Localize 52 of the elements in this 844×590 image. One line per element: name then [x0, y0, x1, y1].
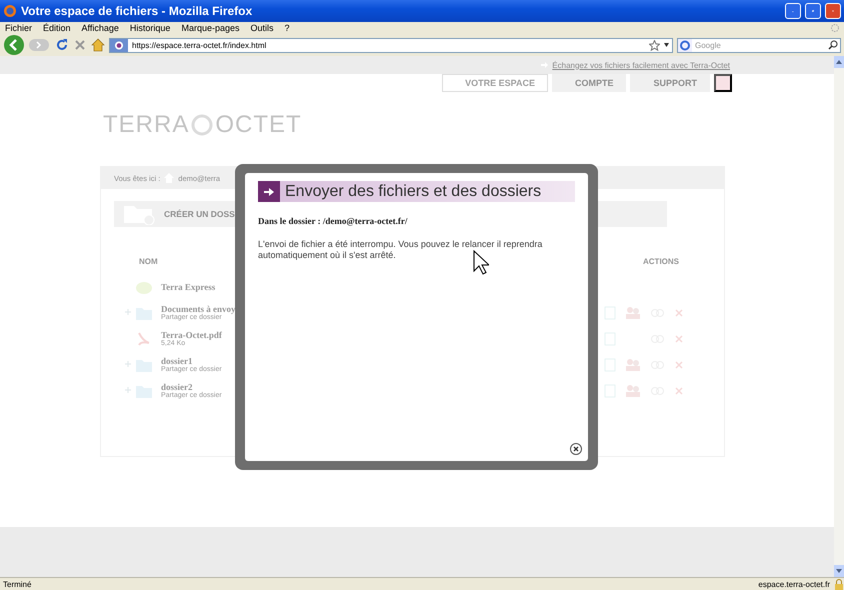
address-field[interactable]: https://espace.terra-octet.fr/index.html — [109, 38, 673, 52]
menu-item[interactable]: Fichier — [5, 23, 32, 33]
caret-icon — [664, 43, 669, 47]
firefox-icon — [3, 4, 17, 18]
delete-icon — [674, 334, 684, 344]
expand-icon — [125, 309, 131, 315]
menu-item[interactable]: Affichage — [82, 23, 119, 33]
status-text: Terminé — [3, 580, 32, 589]
throbber-icon — [830, 23, 840, 33]
window-title: Votre espace de fichiers - Mozilla Firefox — [21, 4, 254, 18]
back-icon — [3, 34, 25, 56]
padlock-icon — [834, 579, 844, 590]
forward-icon — [29, 38, 51, 52]
users-icon — [624, 306, 641, 320]
menu-item[interactable]: Outils — [250, 23, 274, 33]
expand-icon — [125, 387, 131, 393]
delete-icon — [674, 360, 684, 370]
google-icon — [678, 38, 692, 52]
home-icon — [91, 38, 105, 52]
delete-icon — [674, 308, 684, 318]
menu-item[interactable]: ? — [284, 23, 290, 33]
site-icon — [110, 38, 128, 52]
close-button[interactable] — [570, 443, 582, 455]
folder-path: Dans le dossier : /demo@terra-octet.fr/ — [258, 216, 408, 226]
logo-text: TERRA — [103, 111, 190, 139]
column-header: NOM — [139, 257, 158, 266]
dialog-title: Envoyer des fichiers et des dossiers — [284, 182, 542, 200]
expand-icon — [125, 361, 131, 367]
column-header: ACTIONS — [643, 257, 679, 266]
restore-button[interactable] — [805, 3, 821, 19]
logo-icon — [191, 114, 214, 136]
star-icon — [649, 40, 660, 50]
minimize-button[interactable] — [785, 3, 801, 19]
menu-item[interactable]: Historique — [130, 23, 170, 33]
arrow-icon — [264, 188, 274, 196]
delete-icon — [674, 386, 684, 396]
scroll-down-icon — [836, 569, 842, 573]
users-icon — [624, 384, 641, 398]
scroll-up-icon — [836, 60, 842, 64]
menu-item[interactable]: Édition — [43, 23, 71, 33]
search-field[interactable]: Google — [677, 38, 841, 52]
cursor-icon — [473, 250, 489, 276]
users-icon — [624, 358, 641, 372]
close-icon — [573, 446, 579, 452]
stop-icon — [73, 38, 87, 52]
logout-button[interactable] — [714, 74, 732, 92]
menu-item[interactable]: Marque-pages — [181, 23, 240, 33]
reload-icon — [55, 38, 69, 52]
search-icon — [828, 40, 838, 50]
dialog-message: L'envoi de fichier a été interrompu. Vous pouvez le relancer il reprendra automatiquement où il s'est arrêté. — [258, 239, 544, 261]
status-host: espace.terra-octet.fr — [758, 580, 830, 589]
logo-text: OCTET — [215, 111, 302, 139]
